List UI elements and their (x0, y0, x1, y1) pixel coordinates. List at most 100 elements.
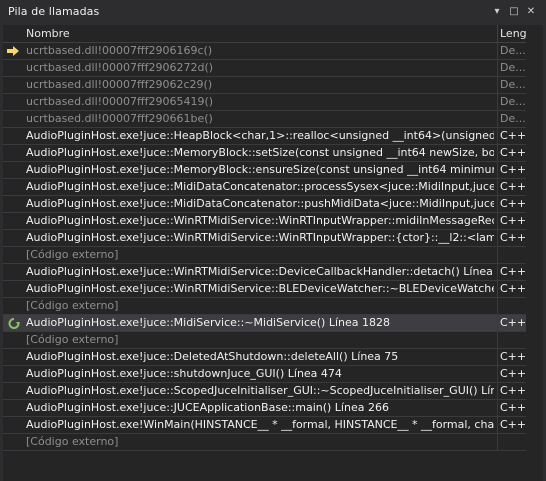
maximize-icon[interactable]: □ (507, 5, 521, 19)
row-gutter (3, 349, 23, 365)
frame-name: AudioPluginHost.exe!juce::MemoryBlock::e… (26, 163, 494, 176)
frame-name: AudioPluginHost.exe!juce::ScopedJuceInit… (26, 384, 494, 397)
row-gutter (3, 145, 23, 161)
cell-divider (497, 145, 498, 161)
call-stack-row[interactable]: ucrtbased.dll!00007fff290661be() De... (3, 111, 543, 128)
row-gutter (3, 332, 23, 348)
return-frame-arrow-icon (8, 318, 20, 329)
cell-divider (497, 366, 498, 382)
close-icon[interactable]: ✕ (524, 5, 538, 19)
row-gutter (3, 400, 23, 416)
call-stack-row[interactable]: AudioPluginHost.exe!juce::DeletedAtShutd… (3, 349, 543, 366)
row-gutter (3, 196, 23, 212)
frame-name: [Código externo] (26, 333, 119, 346)
call-stack-row[interactable]: AudioPluginHost.exe!juce::shutdownJuce_G… (3, 366, 543, 383)
call-stack-row[interactable]: AudioPluginHost.exe!juce::HeapBlock<char… (3, 128, 543, 145)
vertical-scrollbar[interactable] (526, 25, 543, 481)
call-stack-row[interactable]: AudioPluginHost.exe!juce::WinRTMidiServi… (3, 230, 543, 247)
call-stack-row[interactable]: ucrtbased.dll!00007fff29062c29() De... (3, 77, 543, 94)
call-stack-row[interactable]: [Código externo] (3, 247, 543, 264)
cell-divider (497, 128, 498, 144)
call-stack-row[interactable]: AudioPluginHost.exe!juce::MidiDataConcat… (3, 196, 543, 213)
cell-divider (497, 213, 498, 229)
row-gutter (3, 247, 23, 263)
call-stack-row[interactable]: ucrtbased.dll!00007fff29065419() De... (3, 94, 543, 111)
cell-divider (497, 281, 498, 297)
column-name-header[interactable]: Nombre (26, 27, 70, 40)
call-stack-panel: Nombre Lengu ucrtbased.dll!00007fff29061… (3, 25, 543, 481)
call-stack-row[interactable]: [Código externo] (3, 332, 543, 349)
current-frame-arrow-icon (7, 46, 19, 56)
frame-name: AudioPluginHost.exe!juce::WinRTMidiServi… (26, 231, 494, 244)
row-gutter (3, 111, 23, 127)
call-stack-row[interactable]: ucrtbased.dll!00007fff2906169c() De... (3, 43, 543, 60)
row-gutter (3, 264, 23, 280)
call-stack-row[interactable]: [Código externo] (3, 434, 543, 451)
row-gutter (3, 434, 23, 450)
frame-name: AudioPluginHost.exe!juce::WinRTMidiServi… (26, 214, 494, 227)
row-gutter (3, 60, 23, 76)
call-stack-row[interactable]: [Código externo] (3, 298, 543, 315)
call-stack-row[interactable]: AudioPluginHost.exe!juce::MidiService::~… (3, 315, 543, 332)
frame-name: AudioPluginHost.exe!juce::WinRTMidiServi… (26, 265, 494, 278)
row-gutter (3, 179, 23, 195)
column-header: Nombre Lengu (3, 25, 543, 43)
frame-name: [Código externo] (26, 299, 119, 312)
call-stack-row[interactable]: AudioPluginHost.exe!juce::WinRTMidiServi… (3, 213, 543, 230)
call-stack-row[interactable]: AudioPluginHost.exe!WinMain(HINSTANCE__ … (3, 417, 543, 434)
cell-divider (497, 264, 498, 280)
call-stack-row[interactable]: AudioPluginHost.exe!juce::MidiDataConcat… (3, 179, 543, 196)
cell-divider (497, 332, 498, 348)
frame-name: AudioPluginHost.exe!juce::MidiDataConcat… (26, 197, 494, 210)
cell-divider (497, 77, 498, 93)
cell-divider (497, 247, 498, 263)
cell-divider (497, 383, 498, 399)
window-title: Pila de llamadas (8, 5, 100, 18)
cell-divider (497, 298, 498, 314)
call-stack-list: ucrtbased.dll!00007fff2906169c() De... ucr… (3, 43, 543, 451)
call-stack-row[interactable]: AudioPluginHost.exe!juce::MemoryBlock::s… (3, 145, 543, 162)
frame-name: AudioPluginHost.exe!juce::DeletedAtShutd… (26, 350, 399, 363)
frame-name: AudioPluginHost.exe!juce::MidiDataConcat… (26, 180, 494, 193)
cell-divider (497, 230, 498, 246)
cell-divider (497, 417, 498, 433)
row-gutter (3, 366, 23, 382)
row-gutter (3, 213, 23, 229)
frame-name: AudioPluginHost.exe!juce::MidiService::~… (26, 316, 390, 329)
row-gutter (3, 298, 23, 314)
column-divider[interactable] (497, 25, 498, 42)
dropdown-icon[interactable]: ▾ (490, 5, 504, 19)
cell-divider (497, 179, 498, 195)
cell-divider (497, 94, 498, 110)
call-stack-row[interactable]: AudioPluginHost.exe!juce::WinRTMidiServi… (3, 264, 543, 281)
cell-divider (497, 111, 498, 127)
frame-name: ucrtbased.dll!00007fff29062c29() (26, 78, 213, 91)
row-gutter (3, 417, 23, 433)
call-stack-row[interactable]: AudioPluginHost.exe!juce::ScopedJuceInit… (3, 383, 543, 400)
call-stack-row[interactable]: AudioPluginHost.exe!juce::MemoryBlock::e… (3, 162, 543, 179)
row-gutter (3, 162, 23, 178)
frame-name: AudioPluginHost.exe!juce::MemoryBlock::s… (26, 146, 494, 159)
call-stack-row[interactable]: AudioPluginHost.exe!juce::WinRTMidiServi… (3, 281, 543, 298)
frame-name: ucrtbased.dll!00007fff29065419() (26, 95, 214, 108)
call-stack-row[interactable]: ucrtbased.dll!00007fff2906272d() De... (3, 60, 543, 77)
cell-divider (497, 196, 498, 212)
cell-divider (497, 315, 498, 331)
cell-divider (497, 43, 498, 59)
cell-divider (497, 400, 498, 416)
cell-divider (497, 162, 498, 178)
frame-name: AudioPluginHost.exe!juce::shutdownJuce_G… (26, 367, 342, 380)
cell-divider (497, 434, 498, 450)
frame-name: AudioPluginHost.exe!WinMain(HINSTANCE__ … (26, 418, 494, 431)
frame-name: [Código externo] (26, 248, 119, 261)
frame-name: ucrtbased.dll!00007fff290661be() (26, 112, 213, 125)
frame-name: AudioPluginHost.exe!juce::JUCEApplicatio… (26, 401, 389, 414)
call-stack-row[interactable]: AudioPluginHost.exe!juce::JUCEApplicatio… (3, 400, 543, 417)
row-gutter (3, 315, 23, 331)
tool-window-titlebar: Pila de llamadas ▾ □ ✕ (0, 0, 546, 24)
frame-name: ucrtbased.dll!00007fff2906272d() (26, 61, 214, 74)
row-gutter (3, 94, 23, 110)
cell-divider (497, 349, 498, 365)
cell-divider (497, 60, 498, 76)
frame-name: [Código externo] (26, 435, 119, 448)
